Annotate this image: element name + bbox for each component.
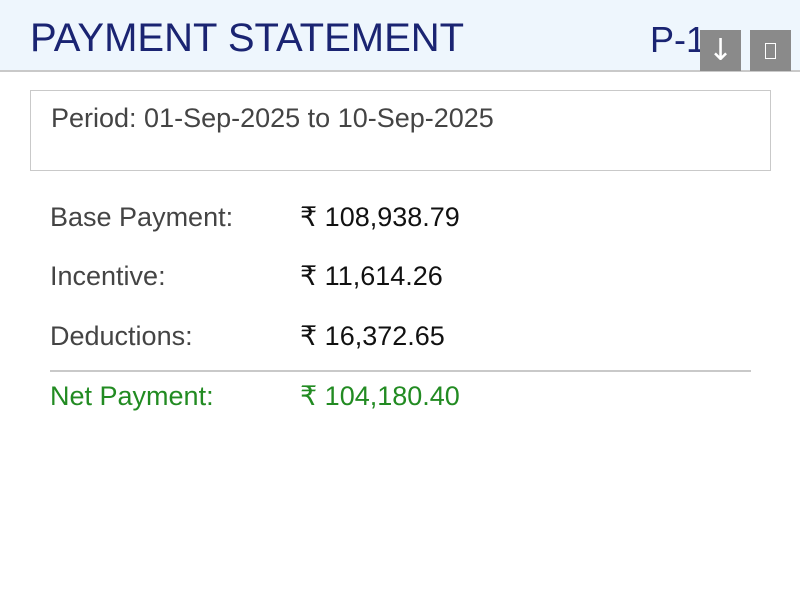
payment-statement-page: PAYMENT STATEMENT P-1 ↓ Period: 01-Sep-2… xyxy=(0,0,800,600)
incentive-label: Incentive: xyxy=(50,261,166,291)
net-payment-label: Net Payment: xyxy=(50,381,214,411)
page-code: P-1 xyxy=(650,19,707,60)
page-title: PAYMENT STATEMENT xyxy=(30,16,465,60)
net-payment-value: ₹ 104,180.40 xyxy=(300,381,460,411)
download-icon: ↓ xyxy=(707,32,734,68)
period-text: Period: 01-Sep-2025 to 10-Sep-2025 xyxy=(51,103,494,133)
base-payment-label: Base Payment: xyxy=(50,202,234,232)
missing-glyph-icon xyxy=(765,42,776,59)
statement-header: PAYMENT STATEMENT P-1 ↓ xyxy=(0,0,800,72)
download-button[interactable]: ↓ xyxy=(700,30,741,71)
missing-glyph-button[interactable] xyxy=(750,30,791,71)
period-box: Period: 01-Sep-2025 to 10-Sep-2025 xyxy=(30,90,771,171)
base-payment-value: ₹ 108,938.79 xyxy=(300,202,460,232)
incentive-value: ₹ 11,614.26 xyxy=(300,261,443,291)
deductions-value: ₹ 16,372.65 xyxy=(300,321,445,351)
deductions-label: Deductions: xyxy=(50,321,193,351)
net-payment-divider xyxy=(50,370,751,372)
